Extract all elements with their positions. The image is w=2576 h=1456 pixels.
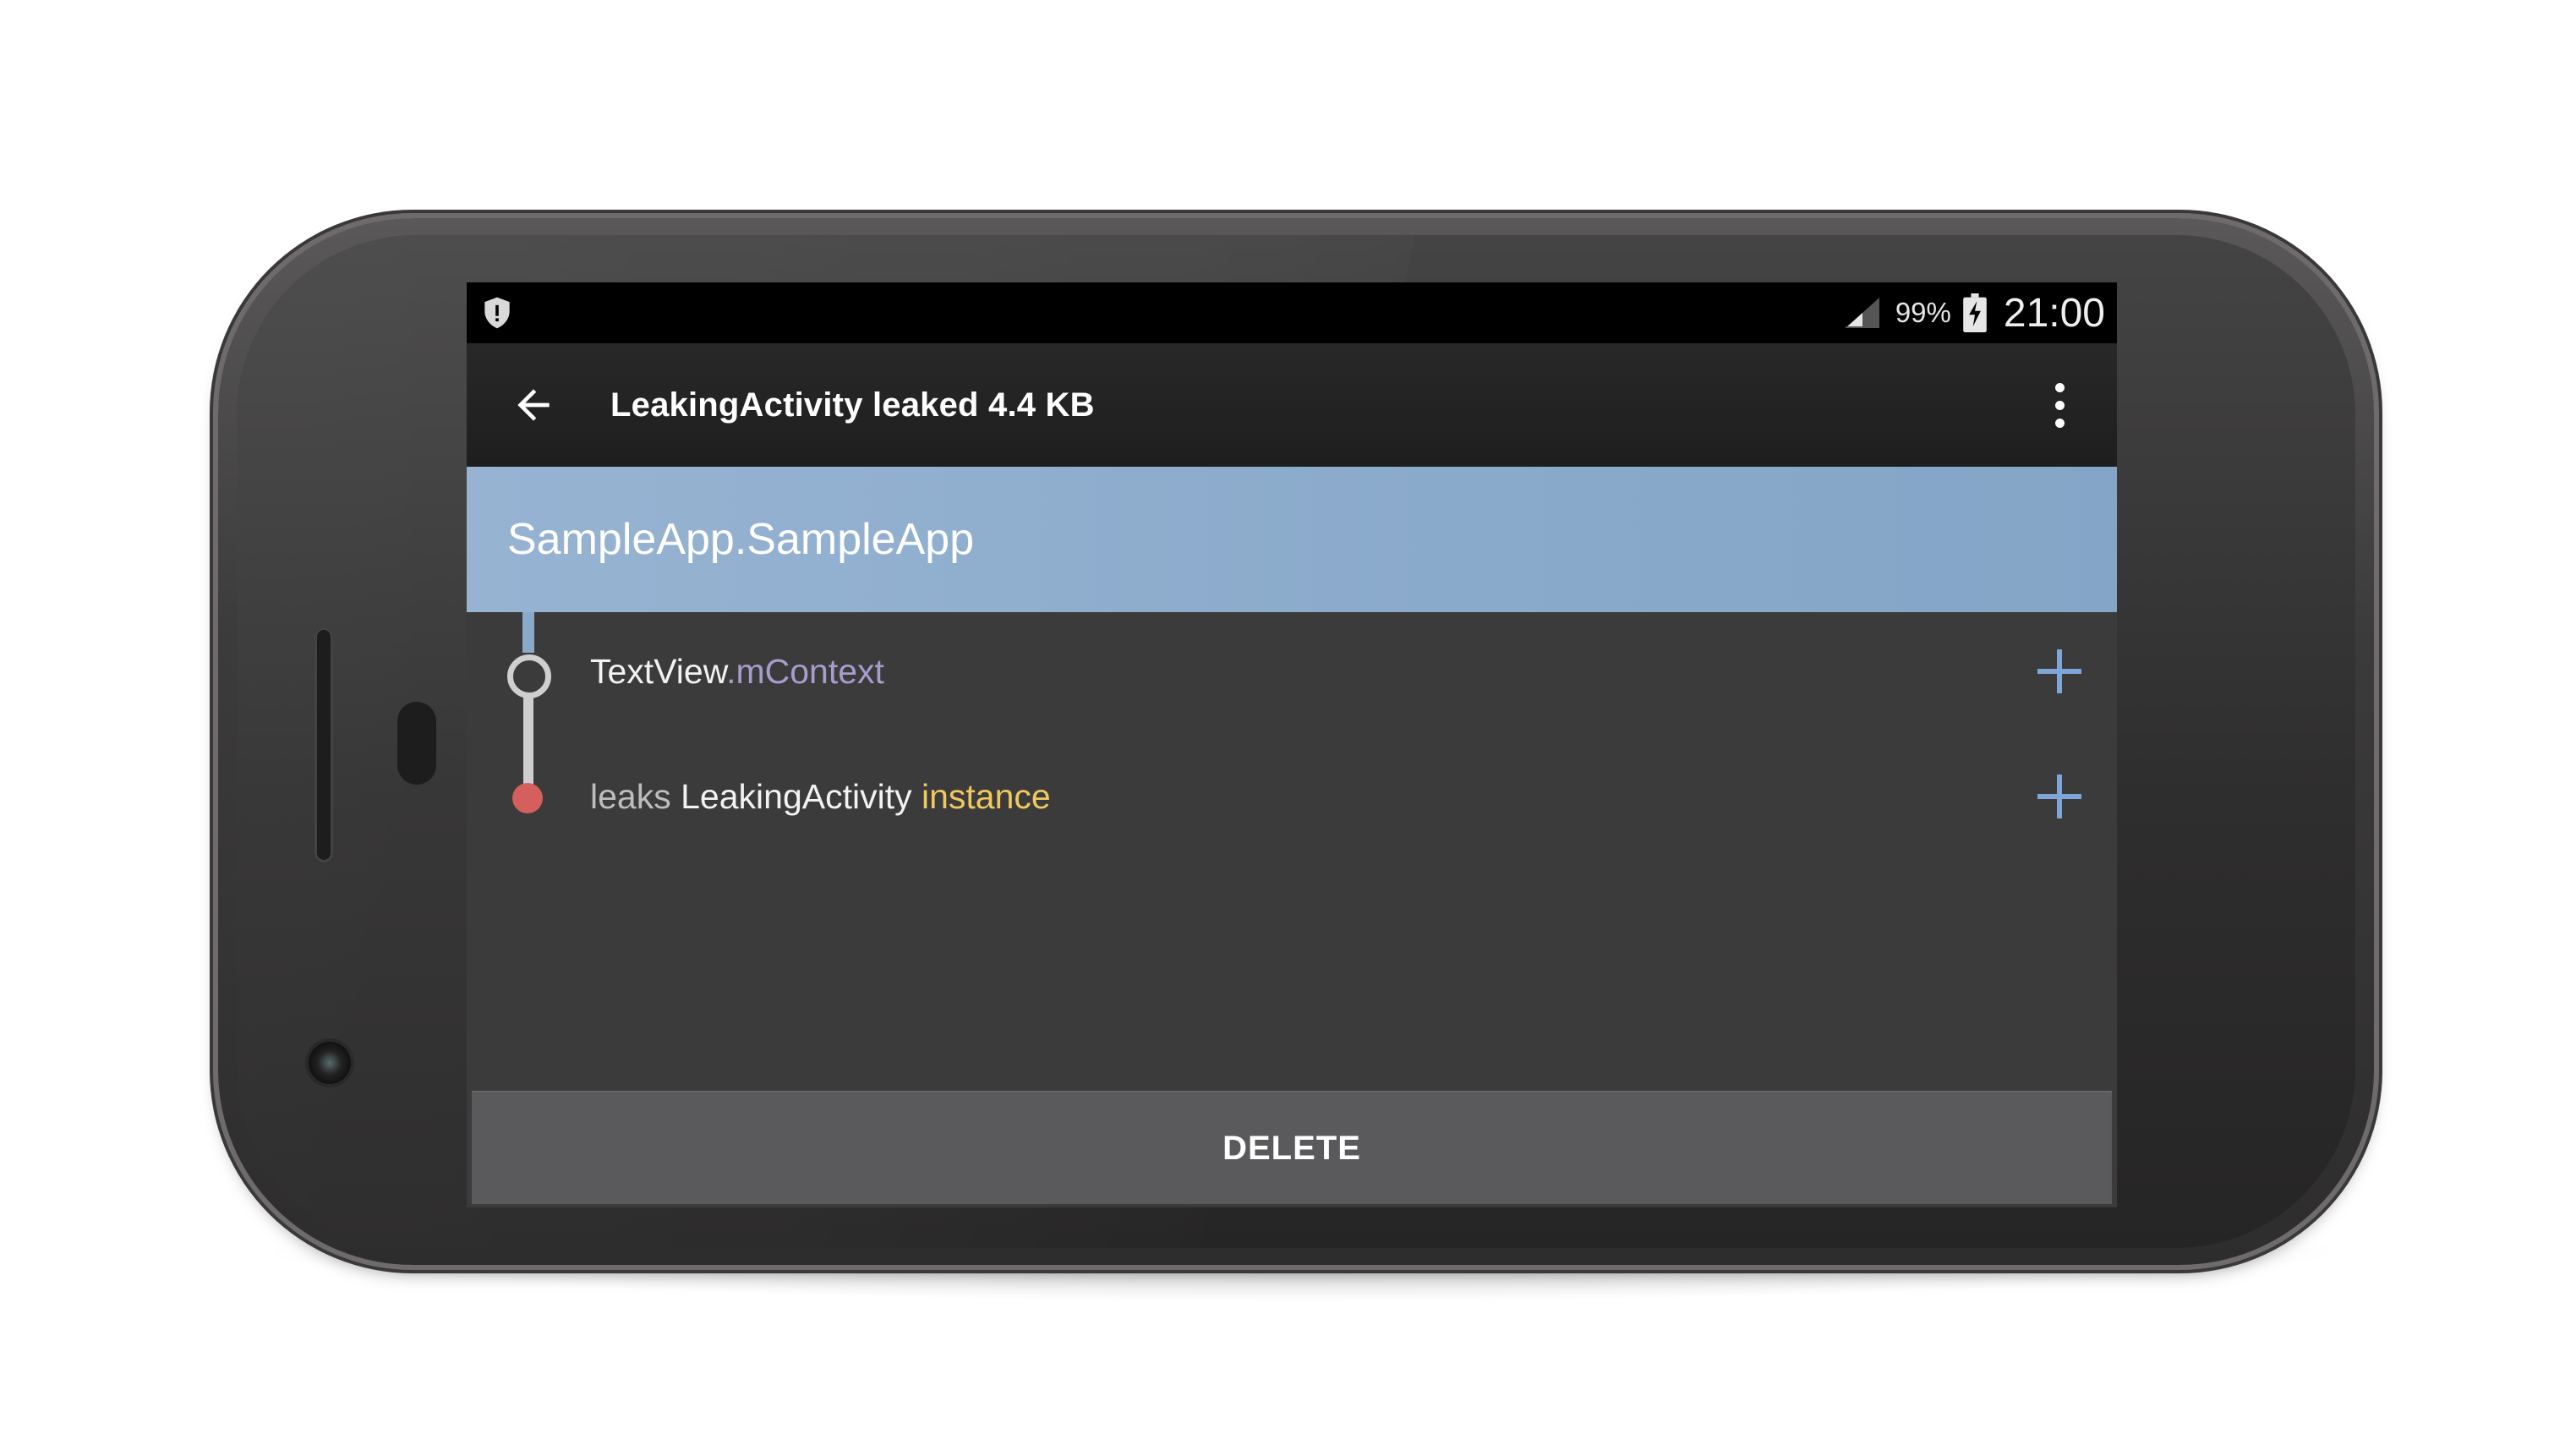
trace-row-textview[interactable]: TextView.mContext bbox=[467, 621, 2117, 722]
phone-screen: 99% 21:00 LeakingActivity leaked 4.4 KB … bbox=[467, 282, 2117, 1207]
root-class-label: SampleApp.SampleApp bbox=[507, 515, 975, 564]
back-button[interactable] bbox=[506, 377, 561, 433]
arrow-back-icon bbox=[517, 389, 550, 421]
row-suffix: instance bbox=[922, 777, 1051, 816]
more-vert-icon-dot bbox=[2054, 400, 2065, 410]
trace-row-label: TextView.mContext bbox=[590, 621, 884, 722]
row-class-name: LeakingActivity bbox=[681, 777, 912, 816]
status-clock: 21:00 bbox=[2003, 290, 2105, 336]
trace-row-leaking-activity[interactable]: leaks LeakingActivity instance bbox=[467, 746, 2117, 847]
row-prefix: leaks bbox=[590, 777, 671, 816]
battery-charging-icon bbox=[1963, 293, 1987, 332]
earpiece-speaker bbox=[314, 627, 333, 862]
overflow-menu-button[interactable] bbox=[2041, 377, 2078, 433]
delete-button[interactable]: DELETE bbox=[472, 1091, 2112, 1204]
more-vert-icon-dot bbox=[2054, 418, 2065, 428]
plus-icon[interactable] bbox=[2037, 649, 2081, 693]
trace-row-label: leaks LeakingActivity instance bbox=[590, 746, 1051, 847]
app-bar: LeakingActivity leaked 4.4 KB bbox=[467, 343, 2117, 467]
more-vert-icon bbox=[2054, 382, 2065, 392]
row-class-name: TextView bbox=[590, 652, 727, 691]
plus-icon[interactable] bbox=[2037, 775, 2081, 818]
shield-alert-icon bbox=[484, 297, 510, 329]
status-icons: 99% 21:00 bbox=[1841, 282, 2105, 343]
battery-percent: 99% bbox=[1895, 297, 1951, 328]
cell-signal-icon bbox=[1845, 298, 1879, 328]
row-separator: . bbox=[726, 652, 736, 691]
page-title: LeakingActivity leaked 4.4 KB bbox=[610, 386, 1095, 424]
proximity-sensor bbox=[397, 702, 436, 785]
leak-root-header[interactable]: SampleApp.SampleApp bbox=[467, 467, 2117, 612]
status-bar: 99% 21:00 bbox=[467, 282, 2117, 343]
front-camera bbox=[309, 1042, 351, 1084]
row-field-name: mContext bbox=[736, 652, 884, 691]
